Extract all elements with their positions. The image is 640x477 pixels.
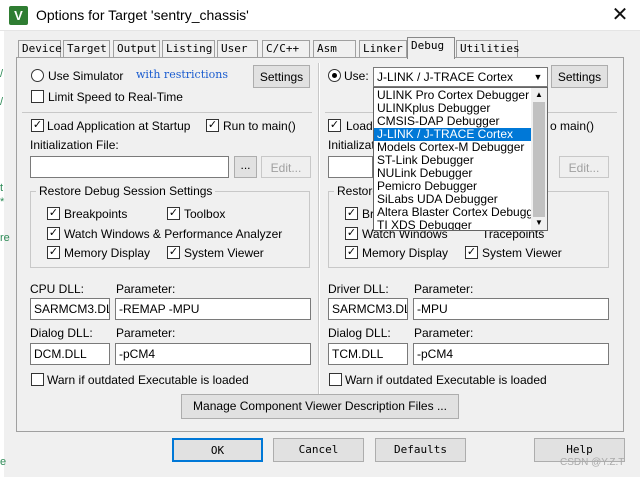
init-file-edit-button[interactable]: Edit... xyxy=(261,156,311,178)
warn-outdated-label: Warn if outdated Executable is loaded xyxy=(47,373,249,387)
background-text: / xyxy=(0,96,4,108)
tab-linker[interactable]: Linker xyxy=(359,40,407,57)
watch-windows-label: Watch Windows & Performance Analyzer xyxy=(64,227,283,241)
restore-settings-title: Restore Debug Session Settings xyxy=(36,184,216,198)
right-system-viewer-label: System Viewer xyxy=(482,246,562,260)
driver-dll-label: Driver DLL: xyxy=(328,282,389,296)
simulator-settings-button[interactable]: Settings xyxy=(253,65,310,88)
chevron-down-icon[interactable]: ▼ xyxy=(530,69,546,85)
use-simulator-label: Use Simulator xyxy=(48,69,124,83)
init-file-browse-button[interactable]: ... xyxy=(234,156,257,178)
debugger-select[interactable]: J-LINK / J-TRACE Cortex xyxy=(373,67,548,87)
limit-speed-label: Limit Speed to Real-Time xyxy=(48,90,183,104)
right-dialog-dll-label: Dialog DLL: xyxy=(328,326,391,340)
toolbox-label: Toolbox xyxy=(184,207,226,221)
dialog-dll-label: Dialog DLL: xyxy=(30,326,93,340)
left-separator xyxy=(22,112,312,113)
right-load-app-checkbox[interactable]: ✓ xyxy=(328,119,341,132)
tab-debug[interactable]: Debug xyxy=(407,37,455,59)
background-text: t xyxy=(0,182,4,194)
window-title: Options for Target 'sentry_chassis' xyxy=(36,7,249,23)
tab-device[interactable]: Device xyxy=(18,40,62,57)
close-icon[interactable]: ✕ xyxy=(606,2,634,28)
cpu-parameter-label: Parameter: xyxy=(116,282,176,296)
dialog-parameter-field[interactable]: -pCM4 xyxy=(115,343,311,365)
load-app-checkbox[interactable]: ✓ xyxy=(31,119,44,132)
run-to-main-checkbox[interactable]: ✓ xyxy=(206,119,219,132)
right-dialog-parameter-label: Parameter: xyxy=(414,326,474,340)
limit-speed-checkbox[interactable] xyxy=(31,90,44,103)
driver-dll-field[interactable]: SARMCM3.DLL xyxy=(328,298,408,320)
right-init-file-edit-button[interactable]: Edit... xyxy=(559,156,609,178)
driver-parameter-field[interactable]: -MPU xyxy=(413,298,609,320)
background-text: re xyxy=(0,232,10,244)
cancel-button[interactable]: Cancel xyxy=(273,438,364,462)
toolbox-checkbox[interactable]: ✓ xyxy=(167,207,180,220)
dropdown-scroll-thumb[interactable] xyxy=(533,102,545,217)
right-breakpoints-checkbox[interactable]: ✓ xyxy=(345,207,358,220)
background-text: e xyxy=(0,456,7,468)
right-watch-windows-checkbox[interactable]: ✓ xyxy=(345,227,358,240)
right-warn-outdated-checkbox[interactable] xyxy=(329,373,342,386)
debugger-settings-button[interactable]: Settings xyxy=(551,65,608,88)
breakpoints-checkbox[interactable]: ✓ xyxy=(47,207,60,220)
right-load-app-label: Load xyxy=(346,119,373,133)
right-memory-display-checkbox[interactable]: ✓ xyxy=(345,246,358,259)
right-dialog-parameter-field[interactable]: -pCM4 xyxy=(413,343,609,365)
system-viewer-label: System Viewer xyxy=(184,246,264,260)
right-run-to-main-label: o main() xyxy=(550,119,595,133)
memory-display-checkbox[interactable]: ✓ xyxy=(47,246,60,259)
keil-app-icon: V xyxy=(9,6,28,25)
run-to-main-label: Run to main() xyxy=(223,119,296,133)
tab-utilities[interactable]: Utilities xyxy=(456,40,520,57)
driver-parameter-label: Parameter: xyxy=(414,282,474,296)
tab-listing[interactable]: Listing xyxy=(162,40,215,57)
use-label: Use: xyxy=(344,69,369,83)
right-system-viewer-checkbox[interactable]: ✓ xyxy=(465,246,478,259)
debugger-dropdown-list: ULINK Pro Cortex Debugger ULINKplus Debu… xyxy=(373,87,548,231)
right-init-file-input[interactable] xyxy=(328,156,373,178)
watch-windows-checkbox[interactable]: ✓ xyxy=(47,227,60,240)
debugger-option[interactable]: TI XDS Debugger xyxy=(374,219,532,231)
background-text: / xyxy=(0,68,4,80)
init-file-label: Initialization File: xyxy=(30,138,119,152)
with-restrictions-link[interactable]: with restrictions xyxy=(136,68,228,81)
breakpoints-label: Breakpoints xyxy=(64,207,128,221)
tab-target[interactable]: Target xyxy=(63,40,110,57)
background-text: * xyxy=(0,196,5,208)
scroll-down-icon[interactable]: ▼ xyxy=(533,217,545,229)
memory-display-label: Memory Display xyxy=(64,246,151,260)
watermark: CSDN @Y.Z.T xyxy=(560,457,625,468)
dialog-dll-field[interactable]: DCM.DLL xyxy=(30,343,110,365)
init-file-input[interactable] xyxy=(30,156,229,178)
column-divider-highlight xyxy=(319,63,320,394)
warn-outdated-checkbox[interactable] xyxy=(31,373,44,386)
tab-output[interactable]: Output xyxy=(113,40,160,57)
ok-button[interactable]: OK xyxy=(172,438,263,462)
right-dialog-dll-field[interactable]: TCM.DLL xyxy=(328,343,408,365)
right-memory-display-label: Memory Display xyxy=(362,246,449,260)
scroll-up-icon[interactable]: ▲ xyxy=(533,89,545,101)
tab-c-cpp[interactable]: C/C++ xyxy=(262,40,310,57)
defaults-button[interactable]: Defaults xyxy=(375,438,466,462)
right-warn-outdated-label: Warn if outdated Executable is loaded xyxy=(345,373,547,387)
tab-user[interactable]: User xyxy=(217,40,258,57)
dialog-parameter-label: Parameter: xyxy=(116,326,176,340)
tab-asm[interactable]: Asm xyxy=(313,40,356,57)
cpu-dll-label: CPU DLL: xyxy=(30,282,85,296)
cpu-dll-field[interactable]: SARMCM3.DLL xyxy=(30,298,110,320)
use-simulator-radio[interactable] xyxy=(31,69,44,82)
manage-component-viewer-button[interactable]: Manage Component Viewer Description File… xyxy=(181,394,459,419)
system-viewer-checkbox[interactable]: ✓ xyxy=(167,246,180,259)
cpu-parameter-field[interactable]: -REMAP -MPU xyxy=(115,298,311,320)
load-app-label: Load Application at Startup xyxy=(47,119,191,133)
use-debugger-radio[interactable] xyxy=(328,69,341,82)
